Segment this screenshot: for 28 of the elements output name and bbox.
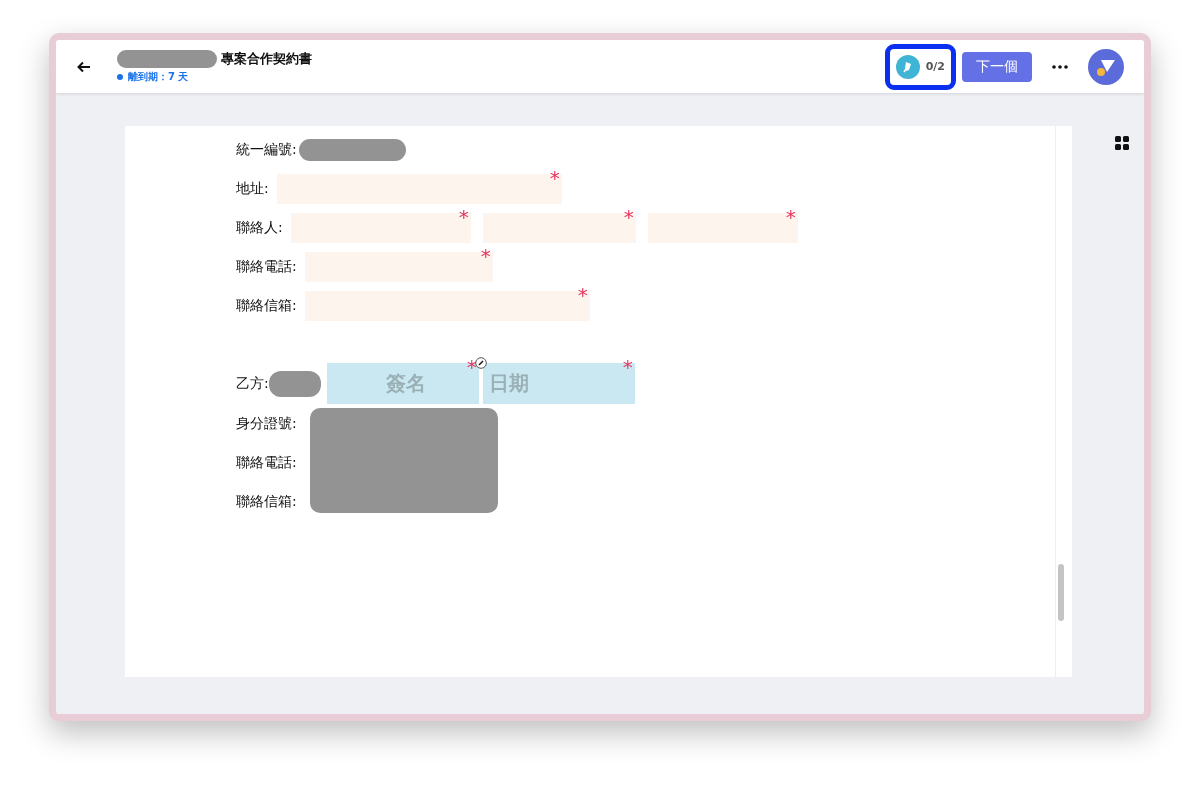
field-label: 聯絡信箱: <box>236 296 297 315</box>
edit-icon[interactable] <box>474 357 487 369</box>
avatar-icon[interactable] <box>1088 48 1124 85</box>
field-label: 聯絡人: <box>236 218 283 237</box>
scrollbar[interactable] <box>1055 126 1066 677</box>
pen-icon <box>895 54 920 79</box>
signature-count: 0/2 <box>925 60 945 73</box>
document-title: 專案合作契約書 <box>221 49 312 68</box>
deadline-label: 離到期：7 天 <box>128 69 189 84</box>
grid-icon[interactable] <box>1115 136 1129 150</box>
next-button[interactable]: 下一個 <box>962 51 1032 82</box>
field-label: 乙方: <box>236 374 269 393</box>
field-label: 統一編號: <box>236 140 297 159</box>
input-field[interactable]: * <box>276 173 562 204</box>
redaction-block <box>268 370 321 397</box>
input-field[interactable]: * <box>482 212 636 243</box>
field-label: 身分證號: <box>236 414 297 433</box>
input-field[interactable]: * <box>647 212 798 243</box>
more-icon[interactable] <box>1052 64 1068 69</box>
status-dot-icon <box>117 73 123 80</box>
input-field[interactable]: * <box>304 290 590 321</box>
field-label: 聯絡電話: <box>236 453 297 472</box>
input-field[interactable]: * <box>290 212 471 243</box>
field-label: 聯絡電話: <box>236 257 297 276</box>
field-label: 地址: <box>236 179 269 198</box>
input-field[interactable]: * <box>304 251 493 282</box>
field-label: 聯絡信箱: <box>236 492 297 511</box>
signature-counter[interactable]: 0/2 <box>884 43 956 90</box>
